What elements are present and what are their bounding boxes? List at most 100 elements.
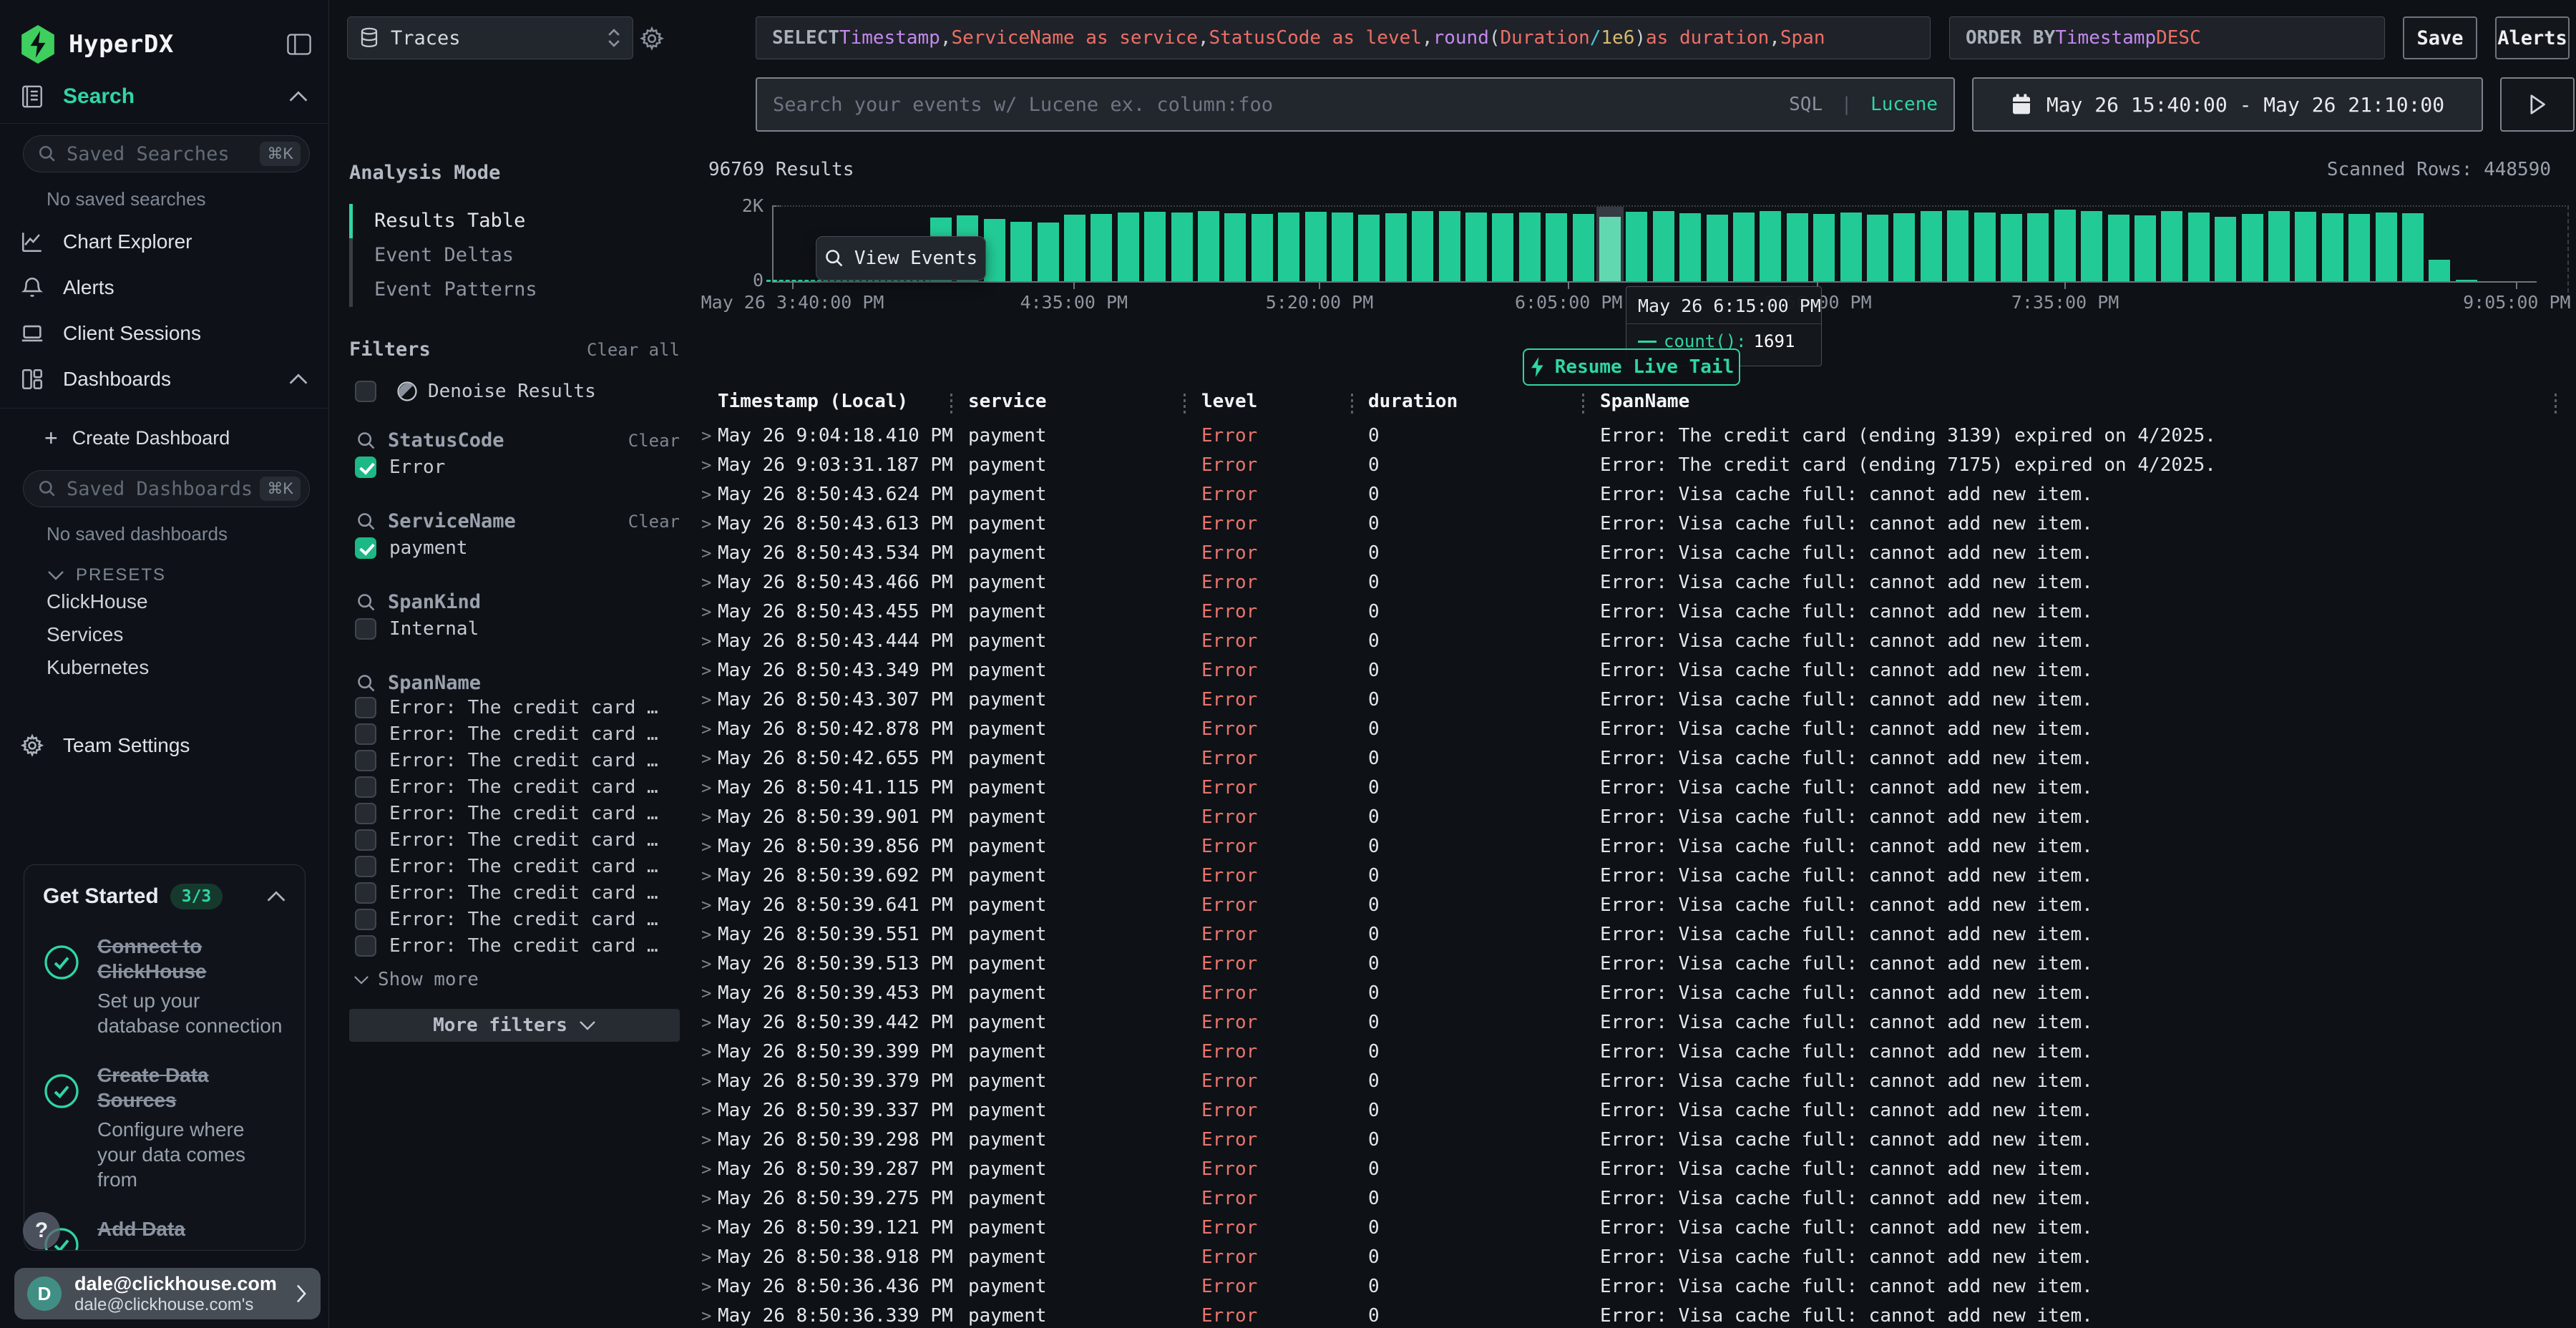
filter-checkbox[interactable] (355, 750, 376, 771)
histogram-bar[interactable] (2027, 213, 2049, 281)
histogram-bar[interactable] (2161, 211, 2182, 281)
filter-option[interactable]: Error: The credit card … (349, 800, 680, 826)
histogram-bar[interactable] (1492, 213, 1513, 281)
table-row[interactable]: >May 26 8:50:43.466 PMpaymentError0Error… (698, 567, 2576, 597)
saved-searches-field[interactable] (67, 143, 260, 165)
histogram-bar[interactable] (1867, 215, 1888, 281)
column-resize-handle[interactable] (1184, 394, 1186, 414)
histogram-bar[interactable] (1947, 210, 1968, 281)
column-header-timestamp[interactable]: Timestamp (Local) (718, 391, 908, 412)
histogram-bar[interactable] (1171, 213, 1193, 281)
histogram-bar[interactable] (2188, 213, 2210, 281)
histogram-bar[interactable] (2242, 214, 2263, 281)
language-sql[interactable]: SQL (1789, 94, 1823, 115)
column-resize-handle[interactable] (1351, 394, 1353, 414)
source-settings-gear-icon[interactable] (639, 26, 665, 52)
table-row[interactable]: >May 26 8:50:39.287 PMpaymentError0Error… (698, 1154, 2576, 1183)
table-row[interactable]: >May 26 8:50:43.444 PMpaymentError0Error… (698, 626, 2576, 655)
presets-toggle[interactable]: PRESETS (47, 565, 328, 585)
filter-clear-link[interactable]: Clear (628, 431, 680, 451)
table-row[interactable]: >May 26 8:50:39.856 PMpaymentError0Error… (698, 831, 2576, 861)
table-row[interactable]: >May 26 8:50:39.337 PMpaymentError0Error… (698, 1095, 2576, 1125)
sidebar-preset-item[interactable]: Kubernetes (0, 651, 328, 684)
filter-option[interactable]: Internal (349, 613, 680, 645)
table-row[interactable]: >May 26 8:50:41.115 PMpaymentError0Error… (698, 773, 2576, 802)
column-resize-handle[interactable] (1582, 394, 1584, 414)
histogram-bar[interactable] (1787, 213, 1808, 281)
histogram-bar[interactable] (1332, 213, 1353, 281)
histogram-bar[interactable] (1385, 213, 1407, 281)
filter-option[interactable]: Error: The credit card … (349, 826, 680, 853)
table-row[interactable]: >May 26 8:50:39.399 PMpaymentError0Error… (698, 1037, 2576, 1066)
histogram-bar[interactable] (1412, 211, 1433, 281)
denoise-results-option[interactable]: Denoise Results (349, 381, 680, 402)
filter-checkbox[interactable] (355, 856, 376, 877)
histogram-bar[interactable] (2429, 260, 2450, 281)
histogram-bar[interactable] (1091, 214, 1112, 281)
filter-option[interactable]: Error: The credit card … (349, 694, 680, 721)
histogram-bar[interactable] (1813, 214, 1835, 281)
table-row[interactable]: >May 26 8:50:39.692 PMpaymentError0Error… (698, 861, 2576, 890)
table-row[interactable]: >May 26 8:50:39.121 PMpaymentError0Error… (698, 1213, 2576, 1242)
run-query-button[interactable] (2500, 77, 2575, 132)
data-source-select[interactable]: Traces (347, 16, 633, 59)
get-started-task[interactable]: Connect to ClickHouseSet up your databas… (43, 934, 286, 1038)
column-resize-handle[interactable] (950, 394, 952, 414)
table-row[interactable]: >May 26 8:50:38.918 PMpaymentError0Error… (698, 1242, 2576, 1271)
chevron-up-icon[interactable] (266, 891, 286, 902)
save-button[interactable]: Save (2403, 16, 2477, 59)
histogram-bar[interactable] (1893, 213, 1915, 281)
histogram-bar[interactable] (2348, 214, 2370, 281)
histogram-bar[interactable] (2295, 212, 2316, 281)
language-lucene[interactable]: Lucene (1870, 94, 1938, 115)
event-search-field[interactable] (773, 94, 1789, 116)
sidebar-item-client-sessions[interactable]: Client Sessions (0, 311, 328, 356)
filter-option[interactable]: Error: The credit card … (349, 879, 680, 906)
analysis-mode-option[interactable]: Results Table (349, 204, 680, 238)
histogram-bar[interactable] (1118, 213, 1139, 281)
filter-checkbox[interactable] (355, 456, 376, 478)
histogram-bar[interactable] (1626, 212, 1647, 281)
histogram-bar[interactable] (1439, 211, 1460, 281)
table-row[interactable]: >May 26 8:50:39.379 PMpaymentError0Error… (698, 1066, 2576, 1095)
histogram-bar[interactable] (2268, 211, 2290, 281)
filter-option[interactable]: Error: The credit card … (349, 721, 680, 747)
column-header-duration[interactable]: duration (1368, 391, 1458, 412)
sidebar-item-dashboards[interactable]: Dashboards (0, 356, 328, 402)
filter-checkbox[interactable] (355, 776, 376, 798)
sidebar-item-team-settings[interactable]: Team Settings (0, 723, 328, 768)
histogram-bar[interactable] (2054, 210, 2076, 281)
table-row[interactable]: >May 26 8:50:43.349 PMpaymentError0Error… (698, 655, 2576, 685)
histogram-bar[interactable] (2108, 215, 2129, 281)
histogram-bar[interactable] (1707, 215, 1728, 281)
filter-option[interactable]: Error (349, 451, 680, 483)
histogram-bar[interactable] (1679, 213, 1701, 281)
chevron-up-icon[interactable] (288, 91, 308, 102)
table-row[interactable]: >May 26 8:50:42.878 PMpaymentError0Error… (698, 714, 2576, 743)
filter-option[interactable]: Error: The credit card … (349, 747, 680, 773)
filter-checkbox[interactable] (355, 829, 376, 851)
collapse-sidebar-icon[interactable] (287, 34, 311, 55)
histogram-bar[interactable] (1599, 217, 1621, 281)
histogram-bar[interactable] (1519, 213, 1541, 281)
saved-dashboards-field[interactable] (67, 478, 260, 500)
histogram-bar[interactable] (1252, 214, 1273, 281)
histogram-bar[interactable] (1358, 215, 1380, 281)
table-row[interactable]: >May 26 8:50:39.641 PMpaymentError0Error… (698, 890, 2576, 919)
histogram-bar[interactable] (1144, 212, 1166, 281)
saved-searches-input[interactable]: ⌘K (23, 135, 310, 172)
histogram-bar[interactable] (1921, 211, 1942, 281)
table-row[interactable]: >May 26 8:50:43.624 PMpaymentError0Error… (698, 479, 2576, 509)
column-resize-handle[interactable] (2555, 394, 2557, 414)
column-header-service[interactable]: service (968, 391, 1047, 412)
user-menu[interactable]: D dale@clickhouse.com dale@clickhouse.co… (14, 1268, 321, 1319)
column-header-spanname[interactable]: SpanName (1600, 391, 1689, 412)
filter-checkbox[interactable] (355, 803, 376, 824)
analysis-mode-option[interactable]: Event Deltas (349, 238, 680, 273)
date-range-picker[interactable]: May 26 15:40:00 - May 26 21:10:00 (1972, 77, 2483, 132)
filter-option[interactable]: Error: The credit card … (349, 773, 680, 800)
help-button[interactable]: ? (23, 1212, 60, 1249)
table-row[interactable]: >May 26 8:50:43.455 PMpaymentError0Error… (698, 597, 2576, 626)
table-row[interactable]: >May 26 8:50:39.442 PMpaymentError0Error… (698, 1007, 2576, 1037)
filter-option[interactable]: Error: The credit card … (349, 853, 680, 879)
